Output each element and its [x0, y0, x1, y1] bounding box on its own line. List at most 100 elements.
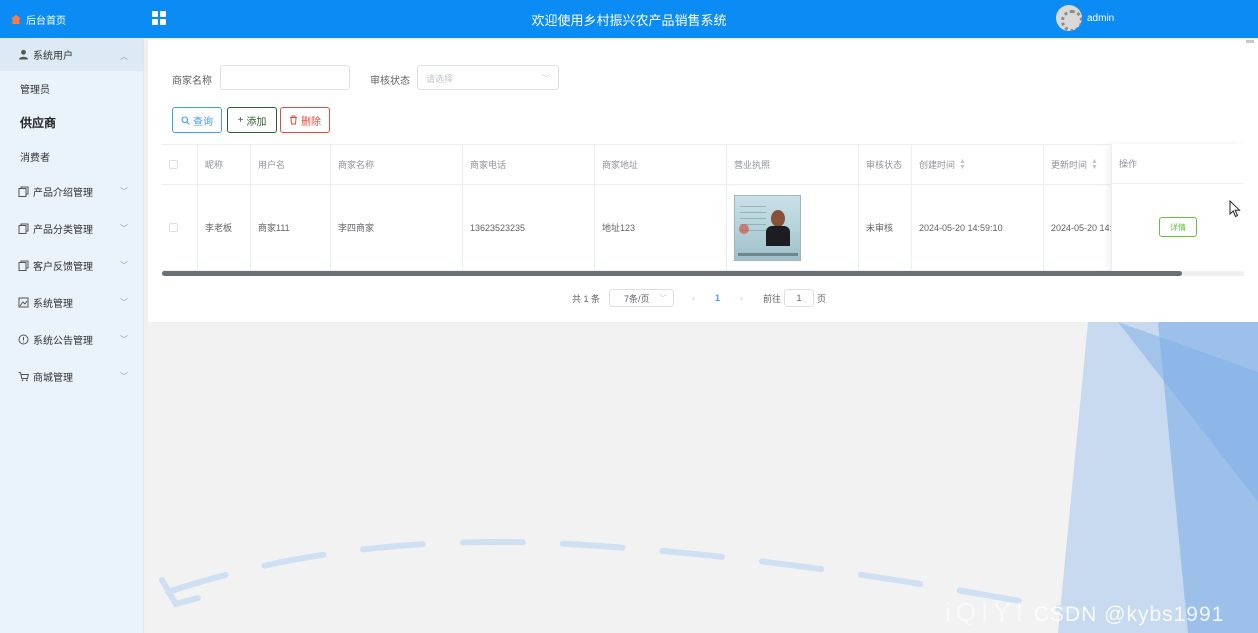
select-all-checkbox[interactable] [169, 160, 178, 169]
detail-button[interactable]: 详情 [1159, 217, 1197, 237]
chevron-down-icon: ﹀ [120, 372, 128, 381]
chevron-down-icon: ﹀ [120, 261, 128, 270]
column-header: 昵称 [198, 145, 251, 184]
sidebar-group-label: 产品分类管理 [33, 225, 93, 236]
page-size-select[interactable]: 7条/页 ﹀ [609, 289, 675, 307]
sidebar-item-supplier[interactable]: 供应商 [0, 105, 143, 139]
chevron-down-icon: ﹀ [120, 335, 128, 344]
column-header: 更新时间 [1051, 160, 1088, 170]
copy-icon [18, 223, 29, 234]
goto-page-input[interactable]: 1 [784, 289, 815, 307]
chevron-down-icon: ﹀ [542, 74, 550, 83]
watermark: iQIYI CSDN @kybs1991 [945, 597, 1225, 627]
column-header: 审核状态 [859, 145, 912, 184]
sidebar-item-admin[interactable]: 管理员 [0, 71, 143, 105]
review-status-select[interactable]: 请选择 ﹀ [417, 65, 559, 90]
license-cell [727, 185, 859, 270]
sidebar-item-label: 消费者 [20, 152, 50, 164]
phone-cell: 13623523235 [463, 185, 595, 270]
page-vertical-scrollbar[interactable] [1246, 40, 1254, 322]
column-header: 商家电话 [463, 145, 595, 184]
sidebar-group-system-users[interactable]: 系统用户 ︿ [0, 38, 143, 71]
page-number[interactable]: 1 [715, 293, 720, 303]
column-header: 商家地址 [595, 145, 727, 184]
background-decoration [148, 322, 1258, 633]
delete-button-label: 删除 [301, 116, 321, 128]
chevron-down-icon: ﹀ [120, 187, 128, 196]
sidebar-group-label: 客户反馈管理 [33, 262, 93, 273]
actions-column: 操作 详情 [1111, 144, 1244, 272]
info-icon [18, 334, 29, 345]
sidebar-group-label: 系统管理 [33, 299, 73, 310]
sidebar-group-label: 系统公告管理 [33, 336, 93, 347]
chevron-down-icon: ﹀ [120, 298, 128, 307]
top-bar: 后台首页 欢迎使用乡村振兴农产品销售系统 admin [0, 0, 1258, 38]
review-status-cell: 未审核 [859, 185, 912, 270]
review-status-placeholder: 请选择 [426, 74, 454, 84]
mouse-cursor-icon [1229, 200, 1241, 218]
row-select-cell [162, 185, 198, 270]
sidebar-group-product-intro[interactable]: 产品介绍管理 ﹀ [0, 173, 143, 210]
trash-icon [290, 115, 297, 125]
copy-icon [18, 260, 29, 271]
goto-label: 前往 [763, 293, 782, 304]
review-status-label: 审核状态 [370, 76, 410, 87]
next-page-button[interactable]: › [740, 293, 743, 303]
merchant-name-label: 商家名称 [172, 76, 212, 87]
sidebar-group-announcement[interactable]: 系统公告管理 ﹀ [0, 321, 143, 358]
column-header: 创建时间 [919, 160, 956, 170]
add-button-label: 添加 [246, 116, 267, 128]
column-header: 操作 [1112, 144, 1244, 184]
table-row: 李老板 商家111 李四商家 13623523235 地址123 未审核 202… [162, 185, 1244, 271]
search-button[interactable]: 查询 [172, 107, 222, 133]
sort-icon[interactable]: ▲ ▼ [959, 158, 966, 171]
merchant-name-input[interactable] [220, 65, 350, 90]
search-button-label: 查询 [193, 116, 213, 128]
table-header-row: 昵称 用户名 商家名称 商家电话 商家地址 营业执照 审核状态 创建时间 ▲ ▼ 更… [162, 145, 1244, 185]
user-icon [19, 49, 28, 60]
table-horizontal-scrollbar[interactable] [162, 271, 1244, 276]
pagination: 共 1 条 7条/页 ﹀ ‹ 1 › 前往 1 页 [572, 289, 826, 307]
sidebar-group-feedback[interactable]: 客户反馈管理 ﹀ [0, 247, 143, 284]
sidebar-group-label: 商城管理 [33, 373, 73, 384]
sidebar-item-consumer[interactable]: 消费者 [0, 139, 143, 173]
username: admin [1087, 12, 1115, 24]
address-cell: 地址123 [595, 185, 727, 270]
chevron-down-icon: ﹀ [120, 224, 128, 233]
created-at-header[interactable]: 创建时间 ▲ ▼ [912, 145, 1044, 184]
username-cell: 商家111 [251, 185, 331, 270]
avatar[interactable] [1056, 5, 1082, 31]
chevron-down-icon: ﹀ [659, 294, 668, 303]
user-menu[interactable]: admin [1056, 5, 1114, 31]
prev-page-button[interactable]: ‹ [692, 293, 695, 303]
scrollbar-thumb[interactable] [162, 271, 1182, 276]
supplier-table: 昵称 用户名 商家名称 商家电话 商家地址 营业执照 审核状态 创建时间 ▲ ▼ 更… [162, 144, 1244, 272]
column-header: 商家名称 [331, 145, 463, 184]
sidebar-item-label: 供应商 [20, 115, 57, 130]
chevron-up-icon: ︿ [120, 52, 128, 61]
sort-icon[interactable]: ▲ ▼ [1091, 158, 1098, 171]
created-at-cell: 2024-05-20 14:59:10 [912, 185, 1044, 270]
page-size-value: 7条/页 [624, 293, 650, 304]
sidebar: 系统用户 ︿ 管理员 供应商 消费者 产品介绍管理 ﹀ 产品分类管理 ﹀ 客户反… [0, 38, 144, 633]
copy-icon [18, 186, 29, 197]
sidebar-group-system[interactable]: 系统管理 ﹀ [0, 284, 143, 321]
nickname-cell: 李老板 [198, 185, 251, 270]
page-suffix: 页 [817, 293, 827, 304]
business-license-image[interactable] [734, 194, 801, 261]
column-header: 营业执照 [727, 145, 859, 184]
add-button[interactable]: + 添加 [227, 107, 277, 133]
search-icon [181, 115, 190, 125]
sidebar-group-mall[interactable]: 商城管理 ﹀ [0, 358, 143, 395]
cart-icon [18, 372, 29, 382]
sidebar-group-label: 产品介绍管理 [33, 188, 93, 199]
delete-button[interactable]: 删除 [280, 107, 330, 133]
select-all-cell [162, 145, 198, 184]
sidebar-group-product-category[interactable]: 产品分类管理 ﹀ [0, 210, 143, 247]
sidebar-item-label: 管理员 [20, 84, 50, 96]
row-checkbox[interactable] [169, 223, 178, 232]
pagination-total: 共 1 条 [572, 293, 601, 304]
plus-icon: + [237, 114, 244, 126]
sidebar-group-label: 系统用户 [33, 51, 73, 62]
merchant-name-cell: 李四商家 [331, 185, 463, 270]
